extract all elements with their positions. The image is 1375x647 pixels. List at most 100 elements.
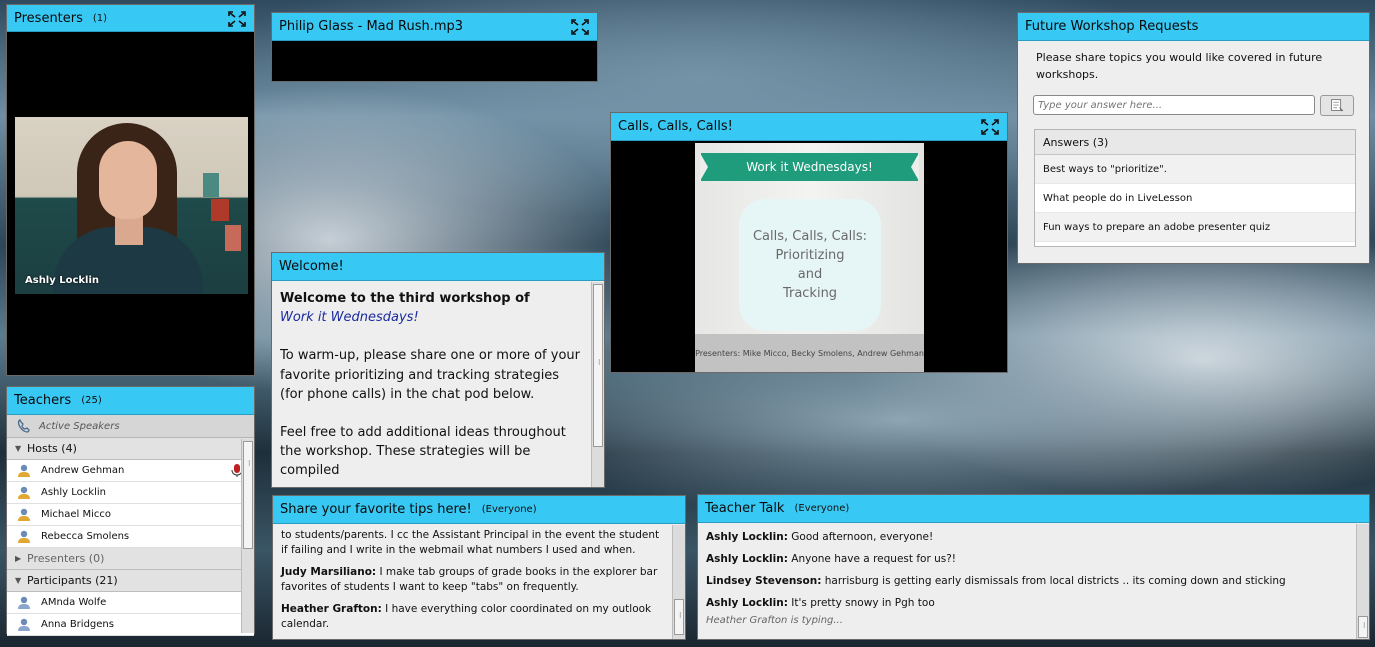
chat-sender: Heather Grafton:: [281, 603, 382, 615]
host-user-icon: [18, 530, 30, 543]
chat-message: to students/parents. I cc the Assistant …: [281, 528, 663, 558]
tips-scroll-thumb[interactable]: ⁝: [674, 599, 684, 635]
active-speakers-row: Active Speakers: [7, 415, 254, 438]
talk-scroll-thumb[interactable]: ⁝: [1358, 616, 1368, 638]
tips-scrollbar[interactable]: ⁝: [672, 525, 685, 639]
attendee-row[interactable]: Ashly Locklin: [7, 482, 254, 504]
welcome-scrollbar[interactable]: ⁝: [591, 282, 604, 487]
group-hosts-label: Hosts (4): [27, 442, 77, 455]
expand-icon[interactable]: [981, 119, 999, 135]
host-user-icon: [18, 464, 30, 477]
slide-badge-line: Tracking: [782, 286, 838, 301]
music-header: Philip Glass - Mad Rush.mp3: [272, 13, 597, 41]
attendee-scrollbar[interactable]: ⁝: [241, 439, 254, 633]
submit-icon: [1331, 99, 1344, 112]
presentation-slide: Work it Wednesdays! Calls, Calls, Calls:…: [695, 143, 924, 372]
welcome-line1: Welcome to the third workshop of: [280, 291, 530, 306]
welcome-header: Welcome!: [272, 253, 604, 281]
expand-triangle-icon: ▶: [15, 554, 22, 563]
slide-badge-line: Calls, Calls, Calls:: [752, 229, 868, 244]
slide-badge-line: and: [797, 267, 823, 282]
calls-title: Calls, Calls, Calls!: [618, 119, 733, 134]
answers-list: Answers (3) Best ways to "prioritize". W…: [1034, 129, 1356, 247]
collapse-triangle-icon: ▼: [15, 576, 22, 585]
answer-item[interactable]: Best ways to "prioritize".: [1035, 155, 1355, 184]
chat-sender: Judy Marsiliano:: [281, 566, 377, 578]
attendee-row[interactable]: Michael Micco: [7, 504, 254, 526]
chat-message: Heather Grafton: I have everything color…: [281, 602, 663, 632]
typing-indicator: Heather Grafton is typing...: [706, 615, 843, 626]
chat-message: Lindsey Stevenson: harrisburg is getting…: [706, 574, 1347, 589]
presenters-header: Presenters (1): [7, 5, 254, 32]
group-hosts[interactable]: ▼ Hosts (4): [7, 438, 254, 460]
presenters-pod: Presenters (1) Ashly Locklin: [6, 4, 255, 376]
welcome-title: Welcome!: [279, 259, 344, 274]
attendee-scroll-thumb[interactable]: ⁝: [243, 441, 253, 549]
participant-user-icon: [18, 596, 30, 609]
group-presenters[interactable]: ▶ Presenters (0): [7, 548, 254, 570]
webcam-video: Ashly Locklin: [15, 117, 248, 294]
submit-answer-button[interactable]: [1320, 95, 1354, 116]
chat-scope[interactable]: (Everyone): [794, 503, 849, 514]
group-participants[interactable]: ▼ Participants (21): [7, 570, 254, 592]
attendee-row[interactable]: Anna Bridgens: [7, 614, 254, 636]
welcome-pod: Welcome! Welcome to the third workshop o…: [271, 252, 605, 488]
chat-sender: Lindsey Stevenson:: [706, 575, 822, 587]
attendee-name: Rebecca Smolens: [41, 531, 130, 542]
chat-text: harrisburg is getting early dismissals f…: [824, 575, 1286, 587]
answer-input[interactable]: [1033, 95, 1315, 115]
talk-title: Teacher Talk: [705, 501, 785, 516]
chat-sender: Ashly Locklin:: [706, 553, 788, 565]
expand-icon[interactable]: [228, 11, 246, 27]
talk-scrollbar[interactable]: ⁝: [1356, 524, 1369, 639]
future-header: Future Workshop Requests: [1018, 13, 1369, 41]
phone-icon: [17, 419, 30, 433]
attendee-row[interactable]: AMnda Wolfe: [7, 592, 254, 614]
question-prompt: Please share topics you would like cover…: [1036, 51, 1323, 81]
answer-item[interactable]: Fun ways to prepare an adobe presenter q…: [1035, 213, 1355, 242]
slide-footer: Presenters: Mike Micco, Becky Smolens, A…: [695, 334, 924, 372]
attendee-name: Andrew Gehman: [41, 465, 125, 476]
welcome-note-body: Welcome to the third workshop of Work it…: [272, 282, 590, 487]
chat-sender: Ashly Locklin:: [706, 597, 788, 609]
answer-item[interactable]: What people do in LiveLesson: [1035, 184, 1355, 213]
chat-scope[interactable]: (Everyone): [482, 504, 537, 515]
welcome-line2: Work it Wednesdays!: [280, 310, 419, 326]
chat-text: Anyone have a request for us?!: [791, 553, 957, 565]
slide-banner: Work it Wednesdays!: [700, 153, 919, 181]
host-user-icon: [18, 508, 30, 521]
tips-chat-log: to students/parents. I cc the Assistant …: [273, 525, 671, 639]
tips-chat-pod: Share your favorite tips here! (Everyone…: [272, 495, 686, 640]
tips-header: Share your favorite tips here! (Everyone…: [273, 496, 685, 524]
calls-pod: Calls, Calls, Calls! Work it Wednesdays!…: [610, 112, 1008, 373]
answers-header: Answers (3): [1035, 130, 1355, 155]
attendee-name: AMnda Wolfe: [41, 597, 107, 608]
chat-sender: Ashly Locklin:: [706, 531, 788, 543]
expand-icon[interactable]: [571, 19, 589, 35]
calls-header: Calls, Calls, Calls!: [611, 113, 1007, 141]
slide-badge-line: Prioritizing: [775, 248, 845, 263]
attendee-row[interactable]: Rebecca Smolens: [7, 526, 254, 548]
teacher-talk-pod: Teacher Talk (Everyone) Ashly Locklin: G…: [697, 494, 1370, 640]
chat-message: Ashly Locklin: Good afternoon, everyone!: [706, 530, 1347, 545]
video-presenter-name: Ashly Locklin: [25, 275, 100, 286]
future-requests-pod: Future Workshop Requests Please share to…: [1017, 12, 1370, 264]
slide-badge: Calls, Calls, Calls: Prioritizing and Tr…: [739, 199, 881, 331]
attendee-name: Michael Micco: [41, 509, 111, 520]
talk-chat-log: Ashly Locklin: Good afternoon, everyone!…: [698, 524, 1355, 639]
welcome-paragraph: To warm-up, please share one or more of …: [280, 348, 580, 402]
presenters-title: Presenters: [14, 10, 83, 26]
chat-message: Ashly Locklin: Anyone have a request for…: [706, 552, 1347, 567]
host-user-icon: [18, 486, 30, 499]
group-presenters-label: Presenters (0): [27, 552, 105, 565]
collapse-triangle-icon: ▼: [15, 444, 22, 453]
teachers-pod: Teachers (25) Active Speakers ▼ Hosts (4…: [6, 386, 255, 636]
music-pod: Philip Glass - Mad Rush.mp3: [271, 12, 598, 82]
future-title: Future Workshop Requests: [1025, 19, 1199, 34]
attendee-name: Anna Bridgens: [41, 619, 114, 630]
chat-text: Good afternoon, everyone!: [791, 531, 934, 543]
welcome-scroll-thumb[interactable]: ⁝: [593, 284, 603, 447]
attendee-row[interactable]: Andrew Gehman: [7, 460, 254, 482]
participant-user-icon: [18, 618, 30, 631]
tips-title: Share your favorite tips here!: [280, 502, 472, 517]
